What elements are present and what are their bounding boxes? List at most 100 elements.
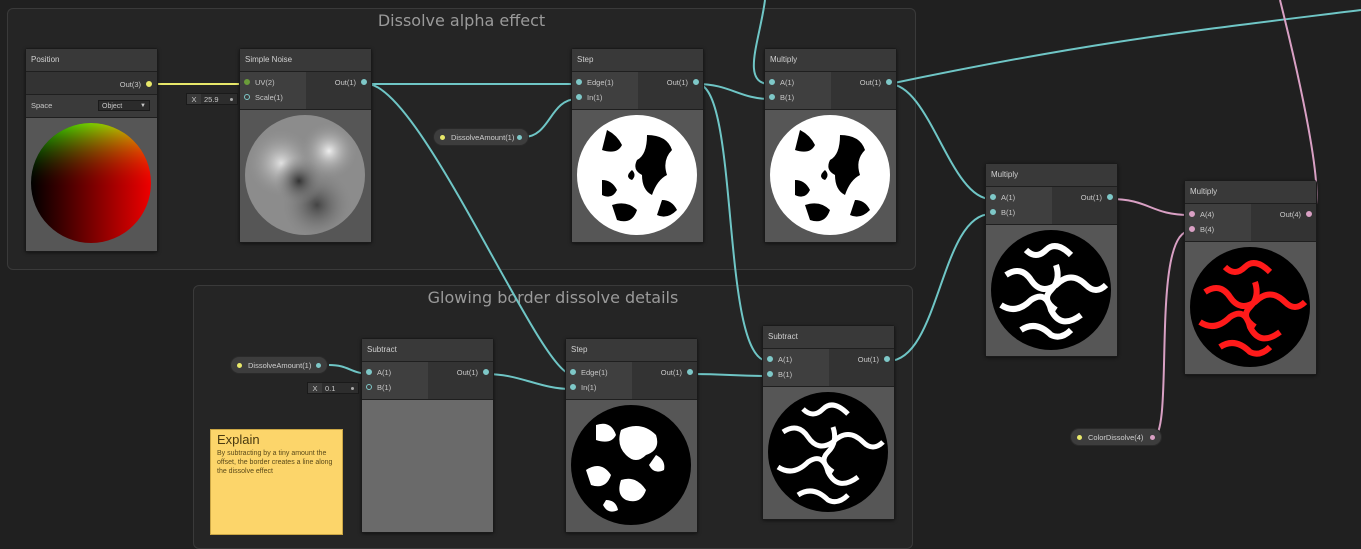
wire-step-top-to-subtract [696,83,769,362]
port-dot-icon [483,369,489,375]
subtract-left-node[interactable]: Subtract A(1) B(1) Out(1) [361,338,494,533]
port-out[interactable]: Out(1) [858,353,890,365]
port-out[interactable]: Out(3) [120,78,152,90]
node-preview [1185,242,1316,374]
wire-subtract-to-step-bottom [485,373,572,390]
preview-image [1190,247,1310,367]
port-out[interactable]: Out(1) [667,76,699,88]
port-dot-icon [1107,194,1113,200]
port-dot-icon [146,81,152,87]
port-dot-icon [693,79,699,85]
port-uv[interactable]: UV(2) [244,76,275,88]
node-preview [765,110,896,242]
step-top-node[interactable]: Step Edge(1) In(1) Out(1) [571,48,704,243]
port-out[interactable]: Out(1) [335,76,367,88]
sticky-note[interactable]: Explain By subtracting by a tiny amount … [210,429,343,535]
port-a[interactable]: A(1) [769,76,794,88]
simple-noise-node[interactable]: Simple Noise UV(2) Scale(1) Out(1) [239,48,372,243]
port-dot-icon [570,369,576,375]
sticky-note-body: By subtracting by a tiny amount the offs… [217,450,333,475]
dissolve-amount-property-top[interactable]: DissolveAmount(1) [433,128,529,146]
port-dot-icon [1306,211,1312,217]
port-out[interactable]: Out(1) [457,366,489,378]
node-title: Subtract [763,326,894,349]
preview-image [577,115,697,235]
preview-image [31,123,151,243]
port-dot-icon [767,371,773,377]
property-dot-icon [237,362,242,368]
port-a[interactable]: A(4) [1189,208,1214,220]
scale-inline-field[interactable]: X 25.9 [186,93,238,105]
port-dot-icon [576,79,582,85]
wire-step-bottom-to-subtract [690,373,769,377]
wire-multiply-mid-to-right [1109,198,1191,216]
port-b[interactable]: B(1) [990,206,1015,218]
wire-dissolve-top-to-step [523,98,578,138]
port-dot-icon [517,134,522,140]
space-dropdown[interactable]: Object ▼ [98,100,150,111]
port-b[interactable]: B(1) [769,91,794,103]
node-title: Position [26,49,157,72]
node-preview [763,387,894,519]
property-dot-icon [440,134,445,140]
connector-dot-icon [351,386,354,390]
port-dot-icon [769,79,775,85]
chevron-down-icon: ▼ [140,103,146,109]
port-edge[interactable]: Edge(1) [570,366,608,378]
node-title: Simple Noise [240,49,371,72]
position-node[interactable]: Position Out(3) Space Object ▼ [25,48,158,252]
sticky-note-title: Explain [217,432,260,447]
port-b[interactable]: B(1) [767,368,792,380]
preview-image [245,115,365,235]
port-dot-icon [366,369,372,375]
multiply-top-node[interactable]: Multiply A(1) B(1) Out(1) [764,48,897,243]
preview-image [991,230,1111,350]
port-dot-icon [1189,211,1195,217]
wire-subtract-to-multiply-mid [887,213,992,362]
port-edge[interactable]: Edge(1) [576,76,614,88]
port-dot-icon [1189,226,1195,232]
port-out[interactable]: Out(4) [1280,208,1312,220]
port-dot-icon [244,79,250,85]
node-preview [240,110,371,242]
port-dot-icon [244,94,250,100]
node-title: Multiply [1185,181,1316,204]
port-dot-icon [576,94,582,100]
port-out[interactable]: Out(1) [860,76,892,88]
port-b[interactable]: B(1) [366,381,391,393]
step-bottom-node[interactable]: Step Edge(1) In(1) Out(1) [565,338,698,533]
property-dot-icon [1077,434,1082,440]
port-dot-icon [767,356,773,362]
multiply-mid-node[interactable]: Multiply A(1) B(1) Out(1) [985,163,1118,357]
node-preview [572,110,703,242]
port-a[interactable]: A(1) [366,366,391,378]
port-dot-icon [769,94,775,100]
port-dot-icon [687,369,693,375]
node-title: Multiply [765,49,896,72]
port-a[interactable]: A(1) [990,191,1015,203]
port-in[interactable]: In(1) [570,381,596,393]
port-dot-icon [366,384,372,390]
port-in[interactable]: In(1) [576,91,602,103]
port-b[interactable]: B(4) [1189,223,1214,235]
wire-multiply-top-out [888,9,1361,85]
port-scale[interactable]: Scale(1) [244,91,283,103]
color-dissolve-property[interactable]: ColorDissolve(4) [1070,428,1162,446]
port-out[interactable]: Out(1) [1081,191,1113,203]
preview-image [770,115,890,235]
b-inline-field[interactable]: X 0.1 [307,382,359,394]
port-dot-icon [886,79,892,85]
port-out[interactable]: Out(1) [661,366,693,378]
wire-multiply-top-to-mid [888,83,992,200]
node-preview [26,118,157,251]
multiply-right-node[interactable]: Multiply A(4) B(4) Out(4) [1184,180,1317,375]
node-preview [986,225,1117,356]
subtract-right-node[interactable]: Subtract A(1) B(1) Out(1) [762,325,895,520]
port-a[interactable]: A(1) [767,353,792,365]
node-title: Subtract [362,339,493,362]
node-preview [566,400,697,532]
dissolve-amount-property-bottom[interactable]: DissolveAmount(1) [230,356,328,374]
port-dot-icon [990,194,996,200]
node-title: Multiply [986,164,1117,187]
port-dot-icon [570,384,576,390]
